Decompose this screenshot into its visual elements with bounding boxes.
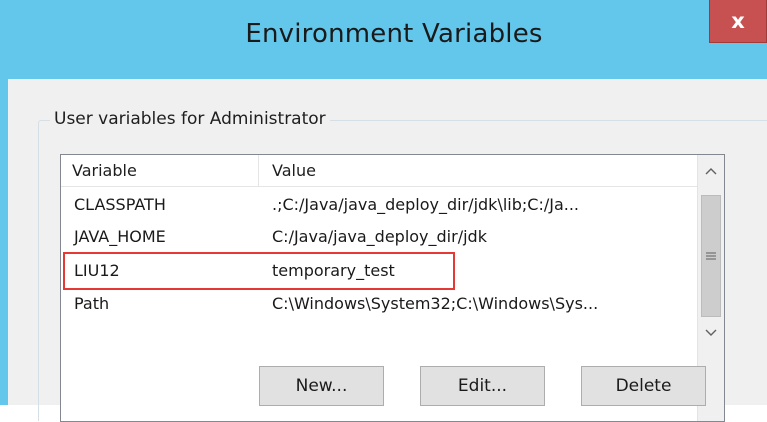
list-item[interactable]: JAVA_HOME C:/Java/java_deploy_dir/jdk	[61, 221, 697, 252]
highlight-annotation-box	[63, 252, 455, 290]
grip-icon	[706, 252, 716, 260]
variable-name: Path	[74, 294, 110, 313]
column-header-value[interactable]: Value	[272, 155, 316, 186]
list-item[interactable]: CLASSPATH .;C:/Java/java_deploy_dir/jdk\…	[61, 189, 697, 220]
variable-value: .;C:/Java/java_deploy_dir/jdk\lib;C:/Ja.…	[272, 195, 579, 214]
scroll-up-button[interactable]	[698, 157, 724, 185]
variable-value: C:\Windows\System32;C:\Windows\Sys...	[272, 294, 599, 313]
title-bar[interactable]: Environment Variables x	[0, 0, 767, 79]
chevron-down-icon	[705, 329, 717, 336]
dialog-body: User variables for Administrator Variabl…	[8, 79, 767, 422]
chevron-up-icon	[705, 168, 717, 175]
user-variables-group-label: User variables for Administrator	[50, 109, 330, 129]
scroll-down-button[interactable]	[698, 319, 724, 347]
edit-button[interactable]: Edit...	[420, 366, 545, 406]
list-header: Variable Value	[61, 155, 697, 187]
scroll-thumb[interactable]	[701, 195, 721, 317]
delete-button[interactable]: Delete	[581, 366, 706, 406]
environment-variables-dialog: Environment Variables x User variables f…	[0, 0, 767, 422]
column-header-variable[interactable]: Variable	[72, 155, 137, 186]
variable-value: C:/Java/java_deploy_dir/jdk	[272, 227, 487, 246]
new-button[interactable]: New...	[259, 366, 384, 406]
close-button[interactable]: x	[709, 0, 767, 43]
list-item[interactable]: Path C:\Windows\System32;C:\Windows\Sys.…	[61, 288, 697, 319]
variable-name: JAVA_HOME	[74, 227, 166, 246]
window-title: Environment Variables	[245, 19, 543, 49]
close-icon: x	[731, 9, 745, 33]
column-divider[interactable]	[258, 155, 259, 186]
variable-name: CLASSPATH	[74, 195, 166, 214]
